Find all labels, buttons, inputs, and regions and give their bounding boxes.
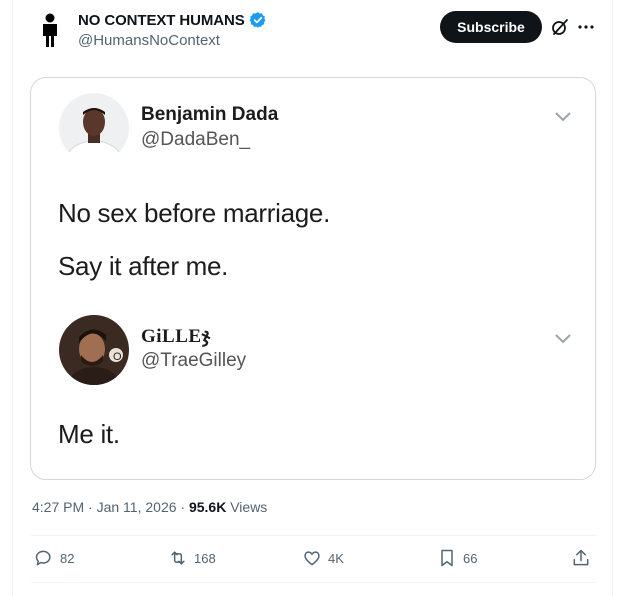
meta-separator: · bbox=[88, 499, 97, 515]
bookmark-count: 66 bbox=[463, 550, 478, 566]
meta-separator: · bbox=[180, 499, 189, 515]
repost-count: 168 bbox=[194, 550, 216, 566]
divider bbox=[31, 582, 597, 583]
post-time[interactable]: 4:27 PM bbox=[32, 499, 84, 515]
views-label: Views bbox=[230, 499, 268, 515]
like-count: 4K bbox=[328, 550, 344, 566]
author-name-text[interactable]: NO CONTEXT HUMANS bbox=[78, 12, 245, 29]
chevron-down-icon bbox=[555, 334, 571, 344]
verified-badge-icon bbox=[249, 12, 266, 28]
author-handle[interactable]: @HumansNoContext bbox=[78, 32, 220, 49]
reply-button[interactable]: 82 bbox=[34, 548, 74, 568]
avatar-benjamin bbox=[59, 93, 129, 163]
bookmark-icon bbox=[441, 549, 453, 567]
reply-count: 82 bbox=[60, 550, 75, 566]
subscribe-button[interactable]: Subscribe bbox=[440, 11, 542, 43]
profile-avatar[interactable] bbox=[39, 13, 61, 47]
chevron-down-icon bbox=[555, 112, 571, 122]
like-button[interactable]: 4K bbox=[302, 548, 344, 568]
author-name[interactable]: NO CONTEXT HUMANS bbox=[78, 11, 267, 29]
embedded-author-name: GiLLEჯ bbox=[141, 326, 211, 347]
share-icon bbox=[573, 549, 589, 566]
divider bbox=[31, 535, 597, 536]
svg-text:O: O bbox=[113, 351, 122, 363]
embedded-author-name: Benjamin Dada bbox=[141, 104, 279, 125]
repost-button[interactable]: 168 bbox=[168, 548, 216, 568]
reply-icon bbox=[35, 550, 51, 566]
embedded-post-text-line: Say it after me. bbox=[58, 251, 229, 281]
embedded-author-handle: @TraeGilley bbox=[141, 350, 247, 371]
share-button[interactable] bbox=[571, 548, 597, 568]
more-icon[interactable] bbox=[576, 17, 596, 37]
heart-icon bbox=[304, 551, 320, 566]
repost-icon bbox=[171, 551, 185, 565]
grok-icon[interactable] bbox=[550, 17, 570, 37]
post-metadata: 4:27 PM · Jan 11, 2026 · 95.6K Views bbox=[32, 499, 267, 515]
post-date[interactable]: Jan 11, 2026 bbox=[97, 499, 177, 515]
avatar-gilley: O bbox=[59, 315, 129, 385]
embedded-post-text-line: Me it. bbox=[58, 419, 120, 449]
embedded-post-text-line: No sex before marriage. bbox=[58, 198, 331, 228]
media-image[interactable]: Benjamin Dada @DadaBen_ No sex before ma… bbox=[30, 77, 596, 480]
embedded-author-handle: @DadaBen_ bbox=[141, 129, 251, 150]
bookmark-button[interactable]: 66 bbox=[437, 548, 477, 568]
views-count: 95.6K bbox=[188, 499, 227, 515]
